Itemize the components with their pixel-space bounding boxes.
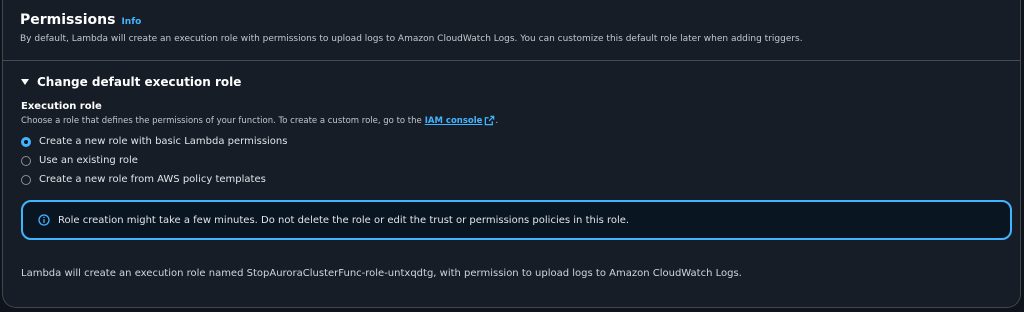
permissions-panel: Permissions Info By default, Lambda will… (2, 0, 1021, 308)
description-suffix: . (495, 115, 499, 126)
radio-label: Create a new role with basic Lambda perm… (39, 136, 288, 147)
header-divider (3, 60, 1020, 61)
description-prefix: Choose a role that defines the permissio… (21, 115, 422, 126)
external-link-icon[interactable] (484, 115, 495, 126)
alert-text: Role creation might take a few minutes. … (58, 214, 630, 226)
radio-use-existing-role[interactable]: Use an existing role (21, 151, 287, 170)
radio-policy-templates[interactable]: Create a new role from AWS policy templa… (21, 170, 287, 189)
radio-button-checked[interactable] (21, 136, 31, 147)
execution-role-description: Choose a role that defines the permissio… (21, 115, 1010, 126)
execution-role-field: Execution role Choose a role that define… (21, 101, 1010, 126)
info-circle-icon (38, 214, 50, 226)
panel-description: By default, Lambda will create an execut… (20, 34, 803, 44)
info-link[interactable]: Info (121, 17, 141, 27)
change-execution-role-expander[interactable]: Change default execution role (21, 75, 241, 89)
radio-button[interactable] (21, 174, 31, 185)
radio-create-basic-role[interactable]: Create a new role with basic Lambda perm… (21, 132, 287, 151)
title-row: Permissions Info (20, 12, 1010, 28)
panel-header: Permissions Info By default, Lambda will… (20, 12, 1010, 44)
role-name-note: Lambda will create an execution role nam… (21, 268, 742, 279)
radio-label: Create a new role from AWS policy templa… (39, 174, 266, 185)
info-alert: Role creation might take a few minutes. … (21, 200, 1012, 240)
radio-label: Use an existing role (39, 155, 138, 166)
execution-role-radio-group: Create a new role with basic Lambda perm… (21, 132, 287, 189)
caret-down-icon (21, 79, 29, 85)
iam-console-link[interactable]: IAM console (425, 116, 483, 126)
radio-button[interactable] (21, 155, 31, 166)
expander-label: Change default execution role (37, 75, 242, 89)
panel-title: Permissions (20, 12, 116, 28)
execution-role-label: Execution role (21, 101, 102, 112)
